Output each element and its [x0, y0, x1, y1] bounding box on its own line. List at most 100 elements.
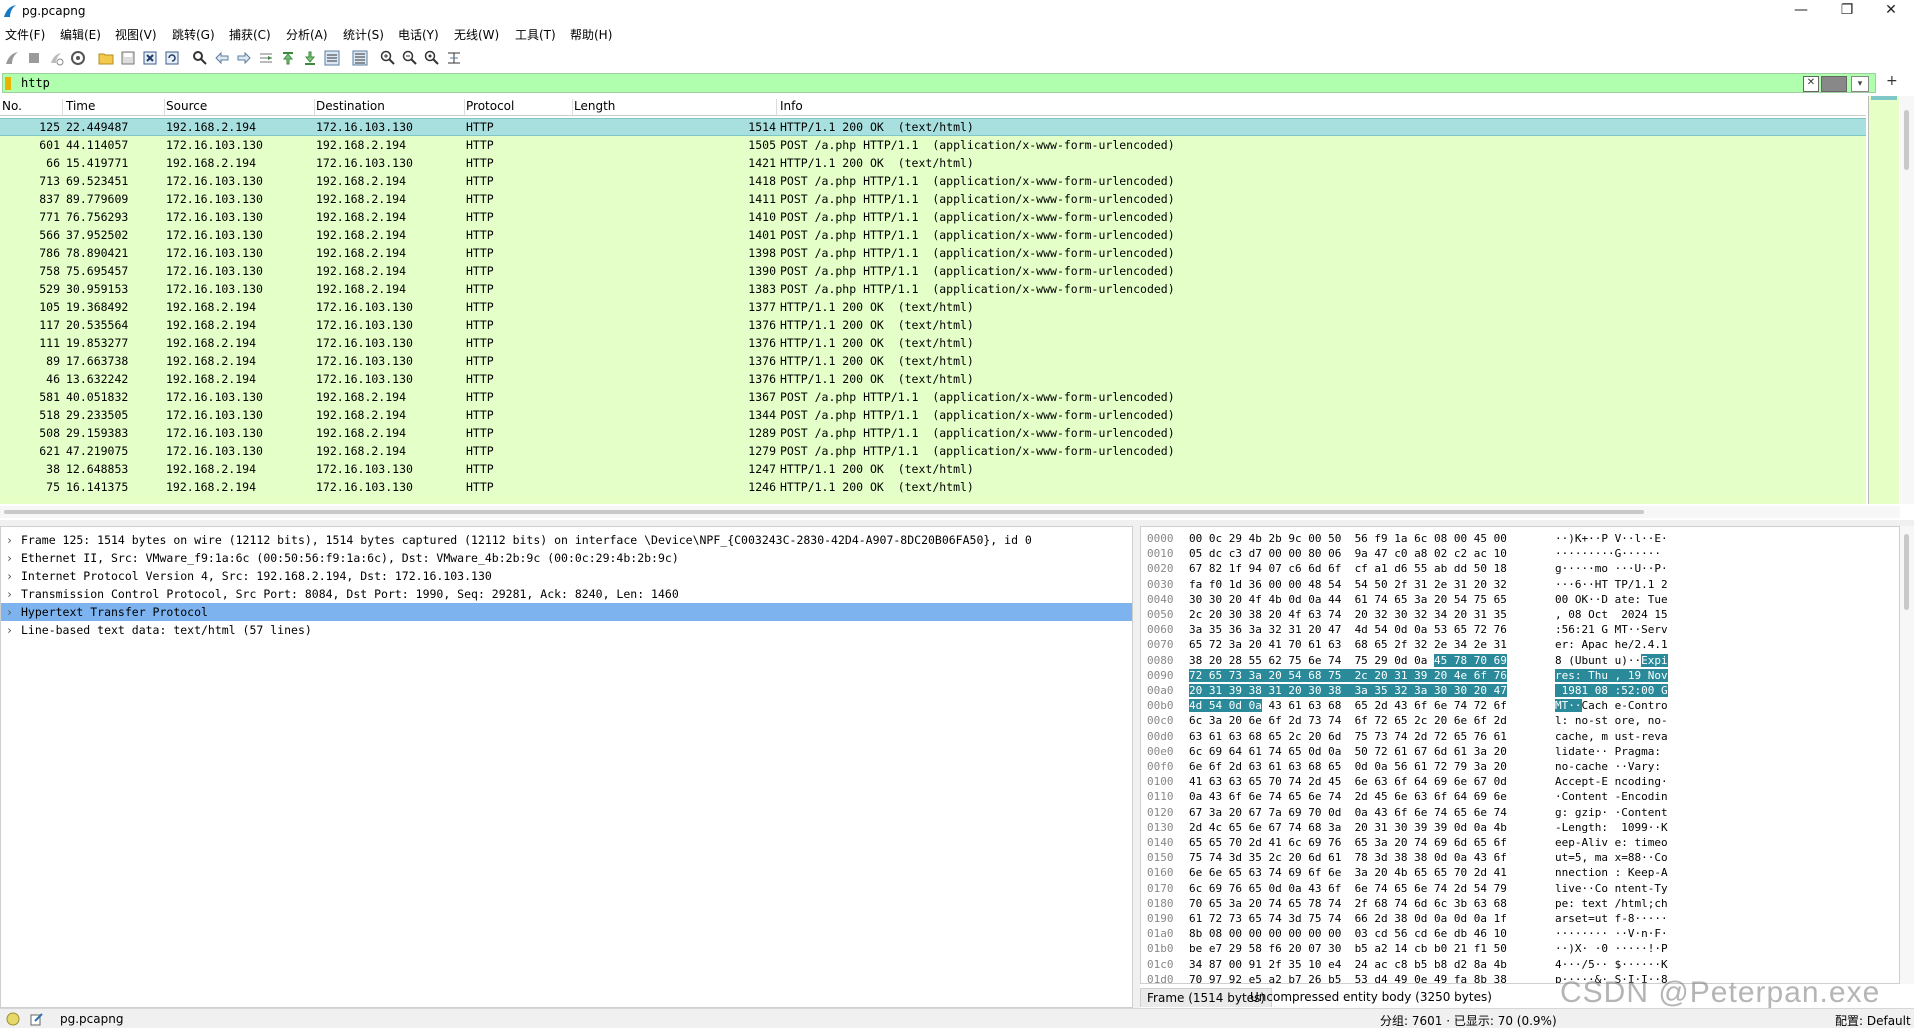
- expand-chevron-icon[interactable]: ›: [6, 585, 13, 603]
- menu-file[interactable]: 文件(F): [5, 26, 45, 43]
- bookmark-icon[interactable]: [5, 77, 11, 90]
- bytes-row[interactable]: 00c0 6c 3a 20 6e 6f 2d 73 74 6f 72 65 2c …: [1141, 713, 1899, 728]
- column-no[interactable]: No.: [2, 99, 63, 115]
- packet-row[interactable]: 125 22.449487 192.168.2.194 172.16.103.130 H…: [0, 118, 1866, 136]
- bytes-scrollbar-thumb[interactable]: [1904, 534, 1909, 610]
- maximize-button[interactable]: ❐: [1824, 0, 1870, 22]
- bytes-row[interactable]: 01c0 34 87 00 91 2f 35 10 e4 24 ac c8 b5 …: [1141, 957, 1899, 972]
- packet-row[interactable]: 601 44.114057 172.16.103.130 192.168.2.194 H…: [0, 136, 1866, 154]
- bytes-row[interactable]: 0160 6e 6e 65 63 74 69 6f 6e 3a 20 4b 65 …: [1141, 865, 1899, 880]
- packet-row[interactable]: 89 17.663738 192.168.2.194 172.16.103.130 HT…: [0, 352, 1866, 370]
- packet-details-pane[interactable]: › Frame 125: 1514 bytes on wire (12112 bi…: [0, 526, 1133, 1008]
- column-length[interactable]: Length: [574, 99, 777, 115]
- pane-splitter-vertical[interactable]: [1133, 526, 1140, 1008]
- packet-row[interactable]: 621 47.219075 172.16.103.130 192.168.2.194 H…: [0, 442, 1866, 460]
- autoscroll-icon[interactable]: [324, 50, 340, 66]
- bytes-row[interactable]: 00b0 4d 54 0d 0a 43 61 63 68 65 2d 43 6f …: [1141, 698, 1899, 713]
- menu-wireless[interactable]: 无线(W): [454, 26, 499, 43]
- capture-options-icon[interactable]: [70, 50, 86, 66]
- packet-row[interactable]: 771 76.756293 172.16.103.130 192.168.2.194 H…: [0, 208, 1866, 226]
- menu-help[interactable]: 帮助(H): [570, 26, 612, 43]
- packet-row[interactable]: 518 29.233505 172.16.103.130 192.168.2.194 H…: [0, 406, 1866, 424]
- bytes-row[interactable]: 00f0 6e 6f 2d 63 61 63 68 65 0d 0a 56 61 …: [1141, 759, 1899, 774]
- packet-row[interactable]: 786 78.890421 172.16.103.130 192.168.2.194 H…: [0, 244, 1866, 262]
- packet-minimap[interactable]: [1868, 96, 1899, 504]
- detail-tree-item[interactable]: › Frame 125: 1514 bytes on wire (12112 bi…: [1, 531, 1132, 549]
- resize-columns-icon[interactable]: [446, 50, 462, 66]
- bytes-row[interactable]: 01a0 8b 08 00 00 00 00 00 00 03 cd 56 cd …: [1141, 926, 1899, 941]
- bytes-row[interactable]: 0090 72 65 73 3a 20 54 68 75 2c 20 31 39 …: [1141, 668, 1899, 683]
- add-filter-button-icon[interactable]: +: [1886, 73, 1898, 89]
- bytes-row[interactable]: 0110 0a 43 6f 6e 74 65 6e 74 2d 45 6e 63 …: [1141, 789, 1899, 804]
- status-profile[interactable]: 配置: Default: [1835, 1012, 1911, 1029]
- packet-row[interactable]: 758 75.695457 172.16.103.130 192.168.2.194 H…: [0, 262, 1866, 280]
- start-capture-icon[interactable]: [4, 50, 20, 66]
- clear-filter-icon[interactable]: ✕: [1803, 76, 1819, 92]
- zoom-normal-icon[interactable]: [424, 50, 440, 66]
- menu-tools[interactable]: 工具(T): [515, 26, 556, 43]
- bytes-row[interactable]: 0140 65 65 70 2d 41 6c 69 76 65 3a 20 74 …: [1141, 835, 1899, 850]
- menu-telephony[interactable]: 电话(Y): [398, 26, 439, 43]
- bytes-row[interactable]: 00a0 20 31 39 38 31 20 30 38 3a 35 32 3a …: [1141, 683, 1899, 698]
- bytes-row[interactable]: 0000 00 0c 29 4b 2b 9c 00 50 56 f9 1a 6c …: [1141, 531, 1899, 546]
- save-file-icon[interactable]: [120, 50, 136, 66]
- expand-chevron-icon[interactable]: ›: [6, 549, 13, 567]
- restart-capture-icon[interactable]: [48, 50, 64, 66]
- hscrollbar-thumb[interactable]: [4, 510, 1644, 514]
- bytes-row[interactable]: 0190 61 72 73 65 74 3d 75 74 66 2d 38 0d …: [1141, 911, 1899, 926]
- zoom-out-icon[interactable]: [402, 50, 418, 66]
- reload-file-icon[interactable]: [164, 50, 180, 66]
- packet-row[interactable]: 117 20.535564 192.168.2.194 172.16.103.130 H…: [0, 316, 1866, 334]
- packet-row[interactable]: 837 89.779609 172.16.103.130 192.168.2.194 H…: [0, 190, 1866, 208]
- bytes-row[interactable]: 0070 65 72 3a 20 41 70 61 63 68 65 2f 32 …: [1141, 637, 1899, 652]
- menu-go[interactable]: 跳转(G): [172, 26, 215, 43]
- bytes-row[interactable]: 0020 67 82 1f 94 07 c6 6d 6f cf a1 d6 55 …: [1141, 561, 1899, 576]
- tab-uncompressed-body[interactable]: Uncompressed entity body (3250 bytes): [1244, 988, 1498, 1006]
- find-packet-icon[interactable]: [192, 50, 208, 66]
- detail-tree-item[interactable]: › Internet Protocol Version 4, Src: 192.1…: [1, 567, 1132, 585]
- packet-row[interactable]: 566 37.952502 172.16.103.130 192.168.2.194 H…: [0, 226, 1866, 244]
- edit-comment-icon[interactable]: [30, 1012, 44, 1026]
- packet-list-hscrollbar[interactable]: [0, 506, 1900, 518]
- bytes-row[interactable]: 0120 67 3a 20 67 7a 69 70 0d 0a 43 6f 6e …: [1141, 805, 1899, 820]
- stop-capture-icon[interactable]: [26, 50, 42, 66]
- detail-tree-item[interactable]: › Hypertext Transfer Protocol: [1, 603, 1132, 621]
- packet-row[interactable]: 75 16.141375 192.168.2.194 172.16.103.130 HT…: [0, 478, 1866, 496]
- menu-capture[interactable]: 捕获(C): [229, 26, 271, 43]
- go-to-packet-icon[interactable]: [258, 50, 274, 66]
- colorize-icon[interactable]: [352, 50, 368, 66]
- bytes-scrollbar[interactable]: [1900, 526, 1914, 984]
- bytes-row[interactable]: 0010 05 dc c3 d7 00 00 80 06 9a 47 c0 a8 …: [1141, 546, 1899, 561]
- go-last-packet-icon[interactable]: [302, 50, 318, 66]
- packet-row[interactable]: 508 29.159383 172.16.103.130 192.168.2.194 H…: [0, 424, 1866, 442]
- expand-chevron-icon[interactable]: ›: [6, 621, 13, 639]
- scrollbar-thumb[interactable]: [1904, 110, 1909, 170]
- detail-tree-item[interactable]: › Line-based text data: text/html (57 lin…: [1, 621, 1132, 639]
- expand-chevron-icon[interactable]: ›: [6, 531, 13, 549]
- packet-bytes-pane[interactable]: 0000 00 0c 29 4b 2b 9c 00 50 56 f9 1a 6c …: [1140, 526, 1900, 984]
- packet-row[interactable]: 66 15.419771 192.168.2.194 172.16.103.130 HT…: [0, 154, 1866, 172]
- packet-row[interactable]: 713 69.523451 172.16.103.130 192.168.2.194 H…: [0, 172, 1866, 190]
- detail-tree-item[interactable]: › Ethernet II, Src: VMware_f9:1a:6c (00:5…: [1, 549, 1132, 567]
- column-protocol[interactable]: Protocol: [466, 99, 573, 115]
- bytes-row[interactable]: 0180 70 65 3a 20 74 65 78 74 2f 68 74 6d …: [1141, 896, 1899, 911]
- column-info[interactable]: Info: [780, 99, 1860, 115]
- display-filter-input[interactable]: http ✕ ▾: [2, 73, 1876, 93]
- packet-row[interactable]: 529 30.959153 172.16.103.130 192.168.2.194 H…: [0, 280, 1866, 298]
- close-file-icon[interactable]: [142, 50, 158, 66]
- bytes-row[interactable]: 0100 41 63 63 65 70 74 2d 45 6e 63 6f 64 …: [1141, 774, 1899, 789]
- bytes-row[interactable]: 0080 38 20 28 55 62 75 6e 74 75 29 0d 0a …: [1141, 653, 1899, 668]
- bytes-row[interactable]: 0050 2c 20 30 38 20 4f 63 74 20 32 30 32 …: [1141, 607, 1899, 622]
- apply-filter-arrow-icon[interactable]: [1821, 76, 1847, 92]
- go-back-icon[interactable]: [214, 50, 230, 66]
- bytes-row[interactable]: 0150 75 74 3d 35 2c 20 6d 61 78 3d 38 38 …: [1141, 850, 1899, 865]
- open-file-icon[interactable]: [98, 50, 114, 66]
- packet-list[interactable]: 125 22.449487 192.168.2.194 172.16.103.130 H…: [0, 118, 1866, 504]
- bytes-row[interactable]: 01b0 be e7 29 58 f6 20 07 30 b5 a2 14 cb …: [1141, 941, 1899, 956]
- packet-list-scrollbar[interactable]: [1900, 96, 1914, 504]
- go-forward-icon[interactable]: [236, 50, 252, 66]
- packet-row[interactable]: 38 12.648853 192.168.2.194 172.16.103.130 HT…: [0, 460, 1866, 478]
- bytes-row[interactable]: 0170 6c 69 76 65 0d 0a 43 6f 6e 74 65 6e …: [1141, 881, 1899, 896]
- close-button[interactable]: ✕: [1868, 0, 1914, 22]
- expert-info-icon[interactable]: [6, 1012, 20, 1026]
